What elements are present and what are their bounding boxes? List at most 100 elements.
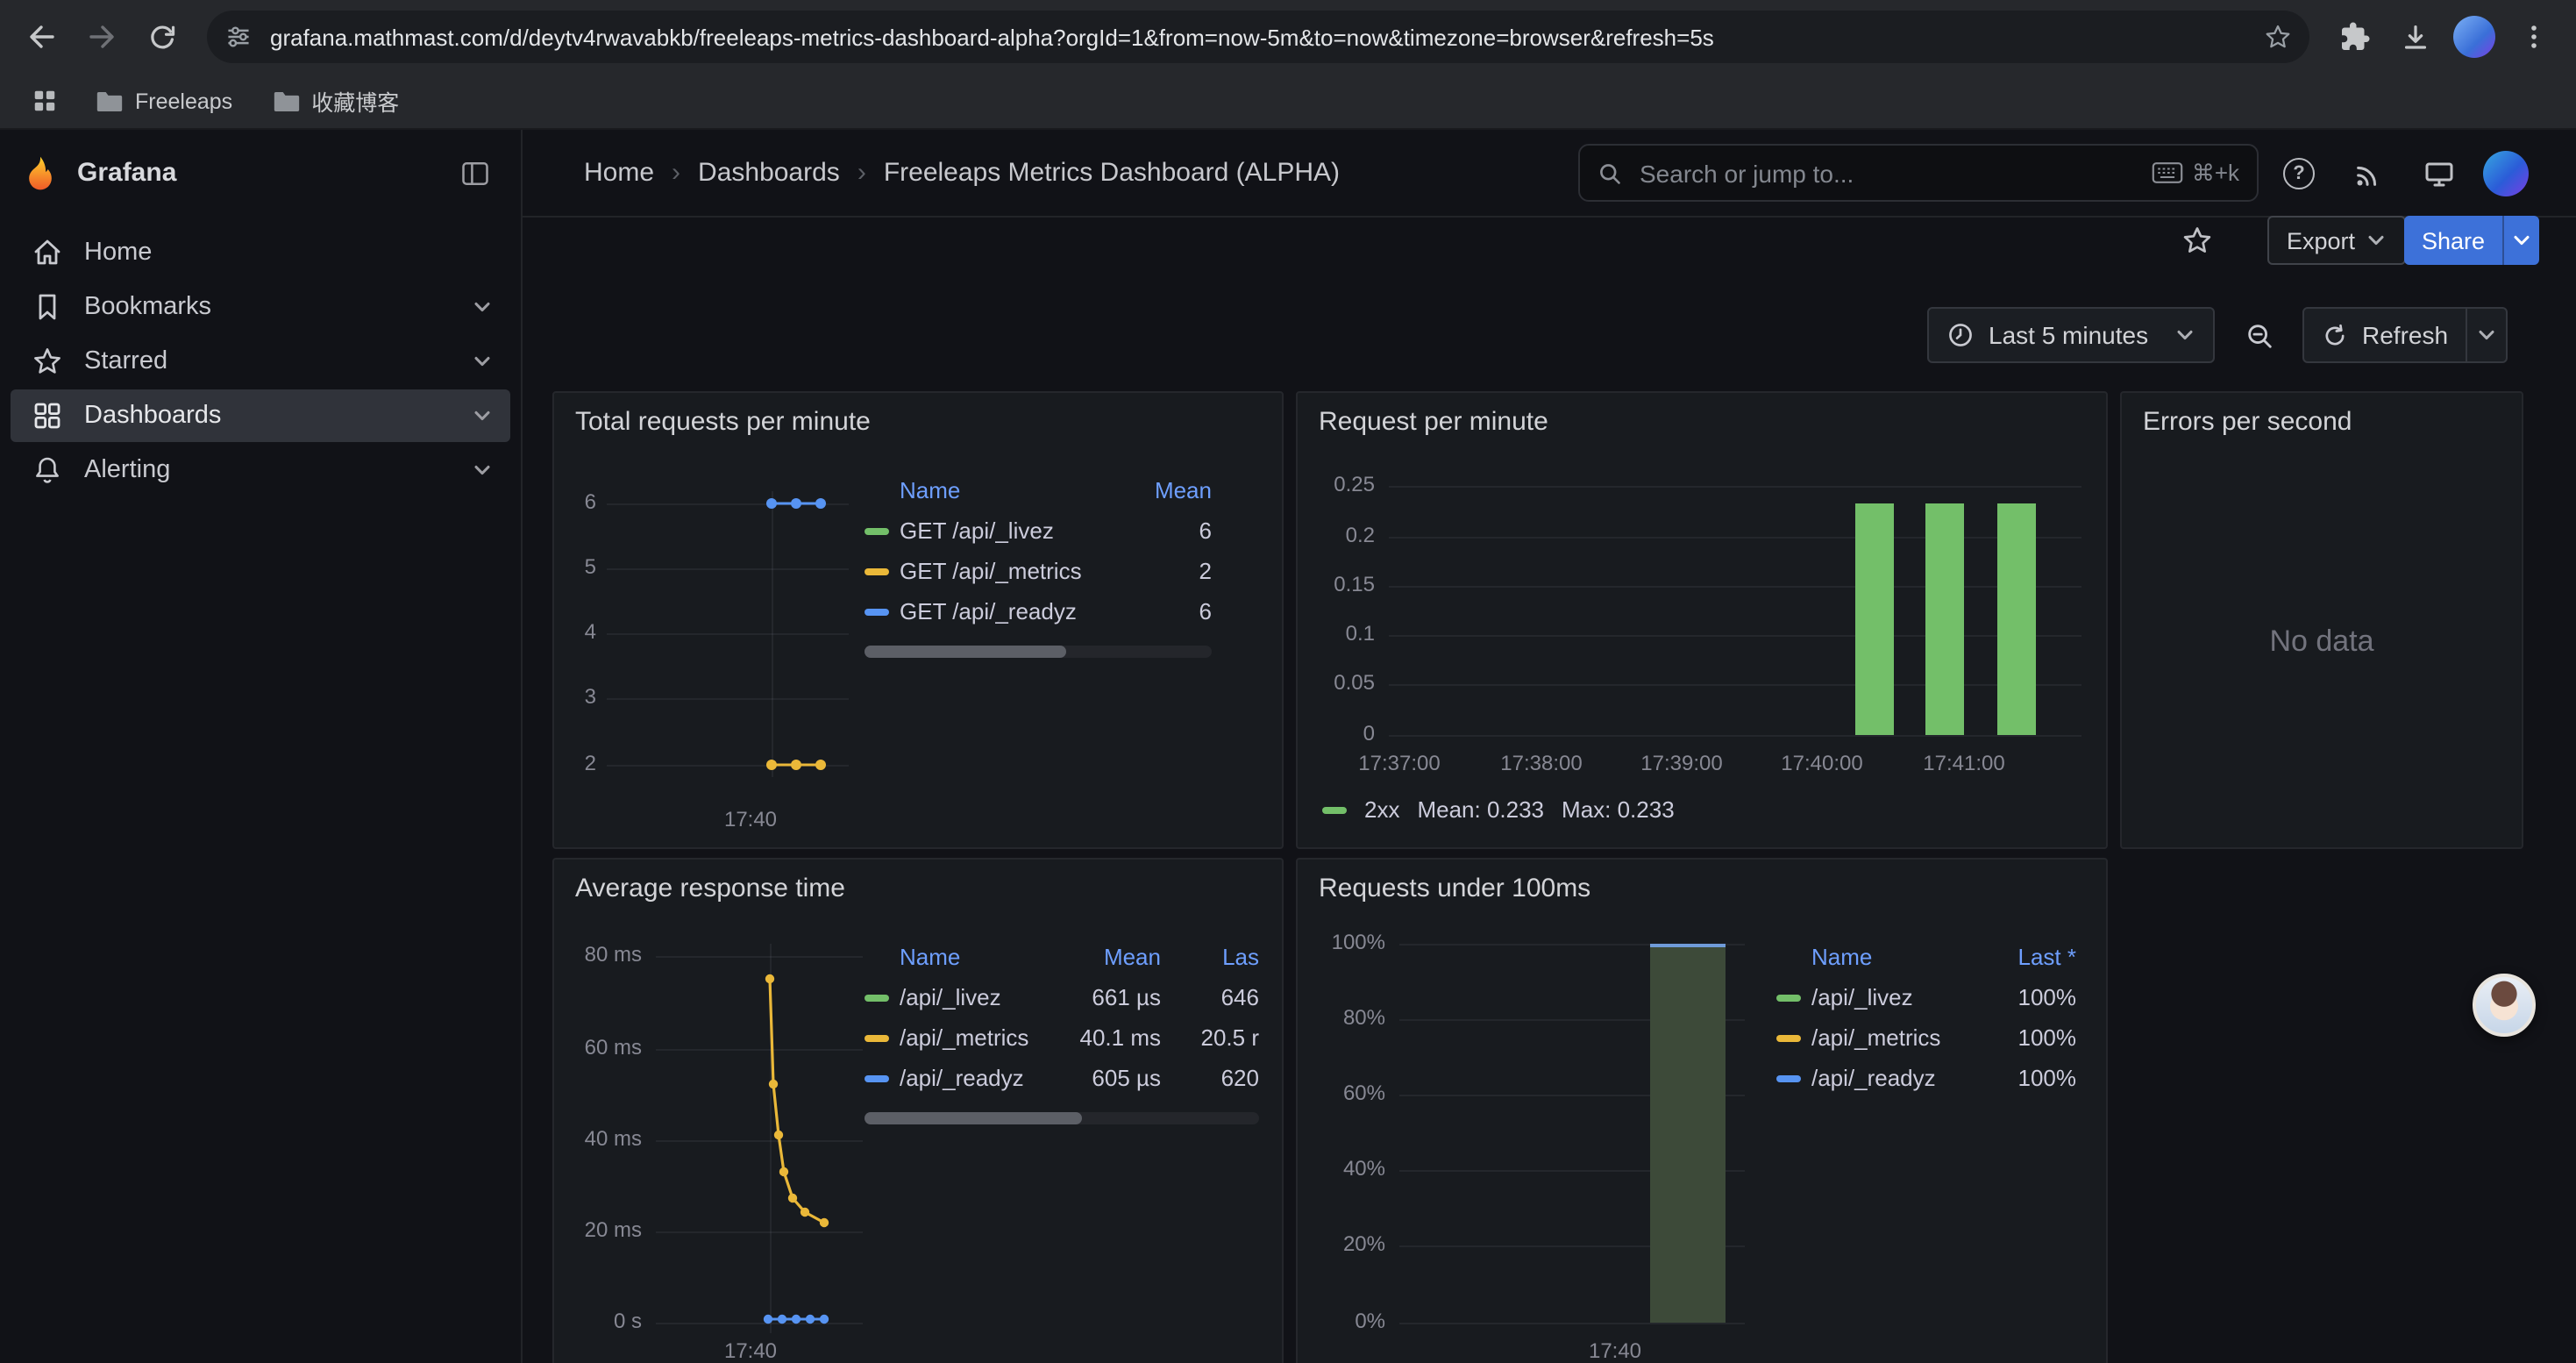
series-name[interactable]: GET /api/_metrics [900,558,1135,584]
series-color-dash[interactable] [865,1034,889,1041]
legend-scrollbar[interactable] [865,1112,1259,1124]
y-axis-tick-label: 0.15 [1298,572,1375,596]
series-name[interactable]: GET /api/_livez [900,517,1135,544]
bookmark-star-icon[interactable] [2257,16,2299,58]
x-axis-tick-label: 17:40:00 [1745,751,1899,775]
bookmark-folder-blogs[interactable]: 收藏博客 [260,80,409,122]
share-button[interactable]: Share [2404,216,2539,265]
legend-row[interactable]: GET /api/_livez6 [865,510,1212,551]
chevron-down-icon[interactable] [472,296,493,318]
profile-avatar[interactable] [2446,9,2502,65]
sidebar-item-starred[interactable]: Starred [11,335,510,388]
search-input[interactable]: ⌘+k [1578,144,2259,202]
legend-column-header[interactable]: Mean [1135,477,1212,503]
chevron-down-icon[interactable] [472,460,493,481]
series-color-dash[interactable] [1776,1034,1801,1041]
sidebar-item-bookmarks[interactable]: Bookmarks [11,281,510,333]
sidebar-item-alerting[interactable]: Alerting [11,444,510,496]
y-axis-tick-label: 40 ms [554,1126,642,1151]
gridline [1389,486,2081,488]
legend-column-header[interactable]: Last * [1971,944,2076,970]
series-name[interactable]: GET /api/_readyz [900,598,1135,624]
back-icon[interactable] [14,9,70,65]
reload-icon[interactable] [133,9,189,65]
legend-row[interactable]: /api/_metrics100% [1776,1017,2076,1058]
share-dropdown-button[interactable] [2502,216,2539,265]
help-button[interactable]: ? [2274,149,2323,198]
favorite-star-button[interactable] [2173,216,2222,265]
legend-column-header[interactable]: Mean [1045,944,1161,970]
legend-column-header[interactable]: Las [1161,944,1259,970]
site-settings-icon[interactable] [217,16,260,58]
legend-header: NameMean [865,470,1212,510]
series-color-dash[interactable] [865,527,889,534]
series-color-dash[interactable] [865,994,889,1001]
no-data-message: No data [2122,624,2522,660]
x-axis-tick-label: 17:40 [1538,1338,1692,1363]
chevron-down-icon[interactable] [472,351,493,372]
clock-icon [1946,321,1975,349]
bookmarks-bar: Freeleaps 收藏博客 [0,74,2576,130]
refresh-main-button[interactable]: Refresh [2304,309,2466,361]
series-color-dash[interactable] [865,567,889,574]
legend-row[interactable]: /api/_readyz100% [1776,1058,2076,1098]
zoom-out-button[interactable] [2232,307,2285,363]
series-name[interactable]: /api/_livez [900,984,1045,1010]
downloads-icon[interactable] [2387,9,2443,65]
search-field[interactable] [1636,157,2138,189]
series-name[interactable]: /api/_readyz [900,1065,1045,1091]
series-color-dash[interactable] [865,608,889,615]
legend-column-header[interactable]: Name [900,944,1045,970]
x-axis-tick-label: 17:41:00 [1887,751,2041,775]
series-name[interactable]: /api/_metrics [1811,1024,1971,1051]
user-avatar[interactable] [2481,149,2530,198]
url-bar[interactable]: grafana.mathmast.com/d/deytv4rwavabkb/fr… [207,11,2309,63]
apps-grid-icon[interactable] [21,78,67,124]
refresh-interval-dropdown[interactable] [2466,309,2506,361]
legend-scrollbar-thumb[interactable] [865,1112,1082,1124]
legend-scrollbar-thumb[interactable] [865,646,1066,658]
series-color-dash[interactable] [1776,994,1801,1001]
bookmark-folder-freeleaps[interactable]: Freeleaps [84,80,243,122]
sidebar-item-home[interactable]: Home [11,226,510,279]
series-color-dash[interactable] [865,1074,889,1081]
browser-menu-icon[interactable] [2506,9,2562,65]
legend-row[interactable]: GET /api/_readyz6 [865,591,1212,632]
series-value: 6 [1135,598,1212,624]
breadcrumb-item[interactable]: Dashboards [698,158,840,188]
bar-under-100ms [1650,944,1726,1323]
extensions-icon[interactable] [2327,9,2383,65]
series-color-dash [1322,806,1347,813]
series-name[interactable]: /api/_readyz [1811,1065,1971,1091]
y-axis-tick-label: 0.2 [1298,523,1375,547]
share-main-button[interactable]: Share [2404,216,2502,265]
series-name[interactable]: /api/_metrics [900,1024,1045,1051]
grafana-logo-icon[interactable] [21,153,60,192]
legend-column-header[interactable]: Name [1811,944,1971,970]
rss-icon[interactable] [2343,149,2392,198]
y-axis-tick-label: 0.25 [1298,472,1375,496]
search-shortcut: ⌘+k [2152,159,2239,187]
forward-icon[interactable] [74,9,130,65]
panel-title[interactable]: Errors per second [2143,407,2352,437]
export-button[interactable]: Export [2267,216,2406,265]
floating-assistant-avatar[interactable] [2473,974,2536,1037]
legend-row[interactable]: /api/_livez661 µs646 [865,977,1259,1017]
dock-menu-icon[interactable] [451,148,500,197]
legend-row[interactable]: /api/_metrics40.1 ms20.5 r [865,1017,1259,1058]
series-value: 100% [1971,1065,2076,1091]
legend-row[interactable]: /api/_readyz605 µs620 [865,1058,1259,1098]
refresh-button[interactable]: Refresh [2302,307,2508,363]
legend-scrollbar[interactable] [865,646,1212,658]
series-color-dash[interactable] [1776,1074,1801,1081]
breadcrumb-item[interactable]: Home [584,158,654,188]
time-range-picker[interactable]: Last 5 minutes [1927,307,2215,363]
series-name[interactable]: /api/_livez [1811,984,1971,1010]
legend-column-header[interactable]: Name [900,477,1135,503]
chevron-down-icon[interactable] [472,405,493,426]
legend-row[interactable]: 2xx Mean: 0.233 Max: 0.233 [1322,796,1675,823]
legend-row[interactable]: /api/_livez100% [1776,977,2076,1017]
sidebar-item-dashboards[interactable]: Dashboards [11,389,510,442]
legend-row[interactable]: GET /api/_metrics2 [865,551,1212,591]
monitor-icon[interactable] [2415,149,2464,198]
